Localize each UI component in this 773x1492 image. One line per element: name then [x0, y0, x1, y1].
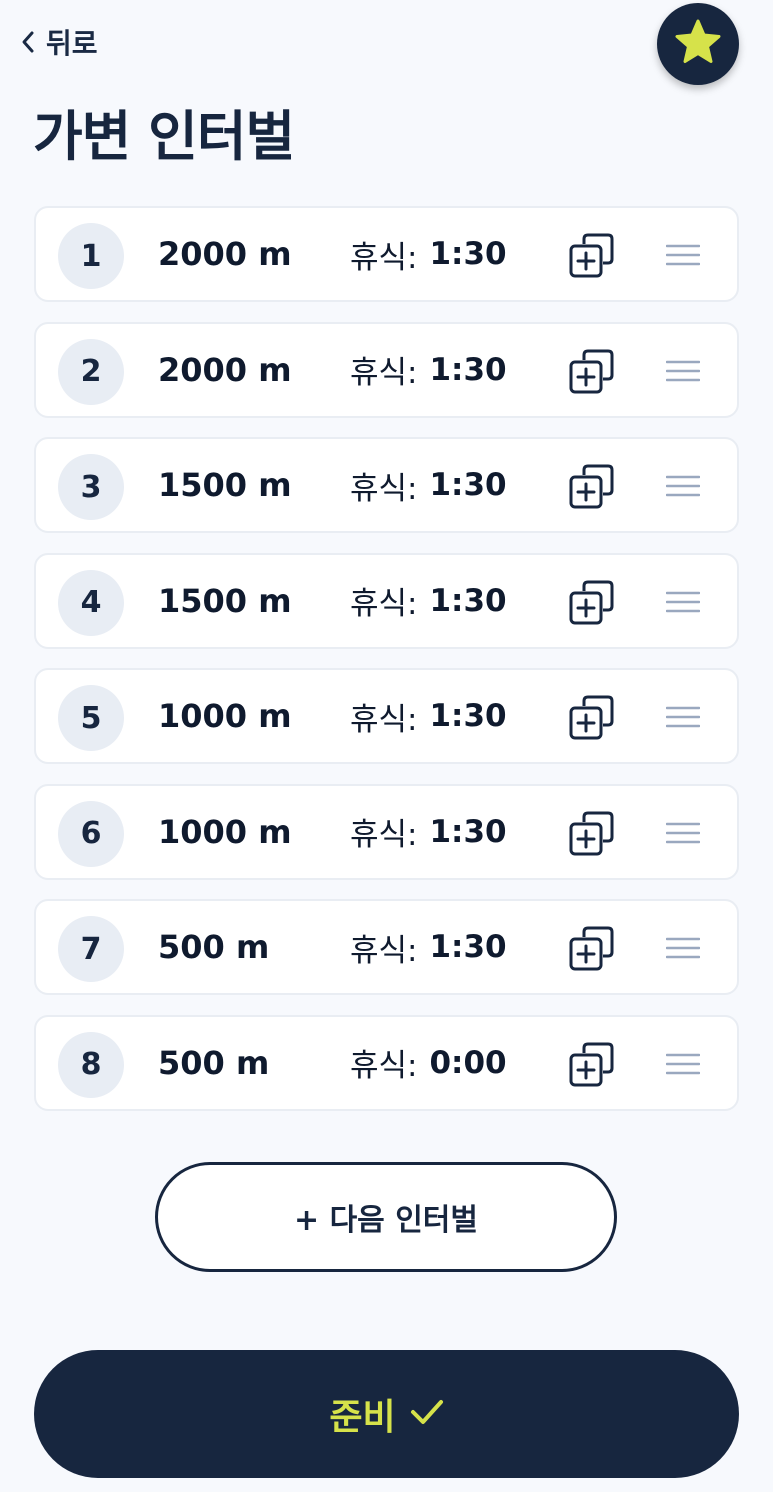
interval-row[interactable]: 1 2000 m 휴식: 1:30	[34, 206, 739, 302]
drag-handle-icon[interactable]	[665, 706, 701, 728]
interval-row[interactable]: 5 1000 m 휴식: 1:30	[34, 668, 739, 764]
interval-rest[interactable]: 휴식: 1:30	[350, 901, 507, 993]
drag-handle-icon[interactable]	[665, 244, 701, 266]
interval-distance[interactable]: 1500 m	[158, 439, 292, 531]
interval-rest[interactable]: 휴식: 1:30	[350, 670, 507, 762]
drag-handle-icon[interactable]	[665, 475, 701, 497]
favorite-button[interactable]	[657, 3, 739, 85]
interval-row[interactable]: 8 500 m 휴식: 0:00	[34, 1014, 739, 1111]
rest-label: 휴식:	[350, 586, 418, 622]
duplicate-add-icon[interactable]	[568, 579, 616, 627]
rest-label: 휴식:	[350, 1048, 418, 1084]
interval-rest[interactable]: 휴식: 1:30	[350, 208, 507, 300]
interval-rest[interactable]: 휴식: 1:30	[350, 786, 507, 878]
interval-number: 3	[58, 454, 124, 520]
interval-rest[interactable]: 휴식: 1:30	[350, 439, 507, 531]
interval-distance[interactable]: 2000 m	[158, 324, 292, 416]
interval-distance[interactable]: 1000 m	[158, 786, 292, 878]
rest-value: 1:30	[429, 467, 507, 503]
interval-row[interactable]: 6 1000 m 휴식: 1:30	[34, 783, 739, 880]
drag-handle-icon[interactable]	[665, 937, 701, 959]
rest-value: 1:30	[429, 351, 507, 388]
star-icon	[673, 18, 723, 70]
interval-rest[interactable]: 휴식: 0:00	[350, 1017, 507, 1109]
workout-editor-screen: 뒤로 가변 인터벌 1 2000 m 휴식: 1:30 2 2000 m 휴식:…	[0, 0, 773, 1492]
rest-value: 1:30	[429, 236, 507, 272]
interval-number: 4	[58, 569, 124, 636]
duplicate-add-icon[interactable]	[568, 810, 616, 858]
interval-number: 5	[58, 685, 124, 751]
interval-number: 7	[58, 916, 124, 982]
interval-distance[interactable]: 1000 m	[158, 670, 292, 762]
duplicate-add-icon[interactable]	[568, 463, 616, 511]
interval-distance[interactable]: 500 m	[158, 1017, 269, 1109]
rest-label: 휴식:	[350, 701, 418, 738]
duplicate-add-icon[interactable]	[568, 694, 616, 742]
back-button[interactable]: 뒤로	[20, 22, 98, 62]
rest-label: 휴식:	[350, 355, 418, 391]
interval-distance[interactable]: 1500 m	[158, 555, 292, 647]
rest-value: 1:30	[429, 813, 507, 850]
rest-value: 1:30	[429, 582, 507, 619]
drag-handle-icon[interactable]	[665, 360, 701, 382]
duplicate-add-icon[interactable]	[568, 232, 616, 280]
drag-handle-icon[interactable]	[665, 822, 701, 844]
add-next-interval-button[interactable]: + 다음 인터벌	[155, 1162, 617, 1272]
duplicate-add-icon[interactable]	[568, 1041, 616, 1089]
rest-value: 0:00	[429, 1044, 507, 1081]
back-label: 뒤로	[46, 27, 98, 60]
add-next-interval-label: + 다음 인터벌	[293, 1203, 479, 1238]
interval-number: 6	[58, 800, 124, 867]
check-icon	[410, 1394, 444, 1435]
ready-button[interactable]: 준비	[34, 1350, 739, 1478]
interval-row[interactable]: 3 1500 m 휴식: 1:30	[34, 437, 739, 533]
interval-row[interactable]: 4 1500 m 휴식: 1:30	[34, 552, 739, 649]
page-title: 가변 인터벌	[33, 105, 295, 168]
interval-row[interactable]: 2 2000 m 휴식: 1:30	[34, 321, 739, 418]
rest-label: 휴식:	[350, 932, 418, 969]
interval-rest[interactable]: 휴식: 1:30	[350, 324, 507, 416]
drag-handle-icon[interactable]	[665, 591, 701, 613]
rest-label: 휴식:	[350, 817, 418, 853]
interval-distance[interactable]: 2000 m	[158, 208, 292, 300]
rest-label: 휴식:	[350, 239, 418, 276]
rest-label: 휴식:	[350, 470, 418, 507]
duplicate-add-icon[interactable]	[568, 925, 616, 973]
duplicate-add-icon[interactable]	[568, 348, 616, 396]
interval-distance[interactable]: 500 m	[158, 901, 269, 993]
interval-number: 1	[58, 223, 124, 289]
drag-handle-icon[interactable]	[665, 1053, 701, 1075]
interval-number: 2	[58, 338, 124, 405]
rest-value: 1:30	[429, 698, 507, 734]
ready-label: 준비	[329, 1397, 396, 1438]
interval-rest[interactable]: 휴식: 1:30	[350, 555, 507, 647]
rest-value: 1:30	[429, 929, 507, 965]
interval-number: 8	[58, 1031, 124, 1098]
chevron-left-icon	[20, 30, 36, 54]
interval-row[interactable]: 7 500 m 휴식: 1:30	[34, 899, 739, 995]
